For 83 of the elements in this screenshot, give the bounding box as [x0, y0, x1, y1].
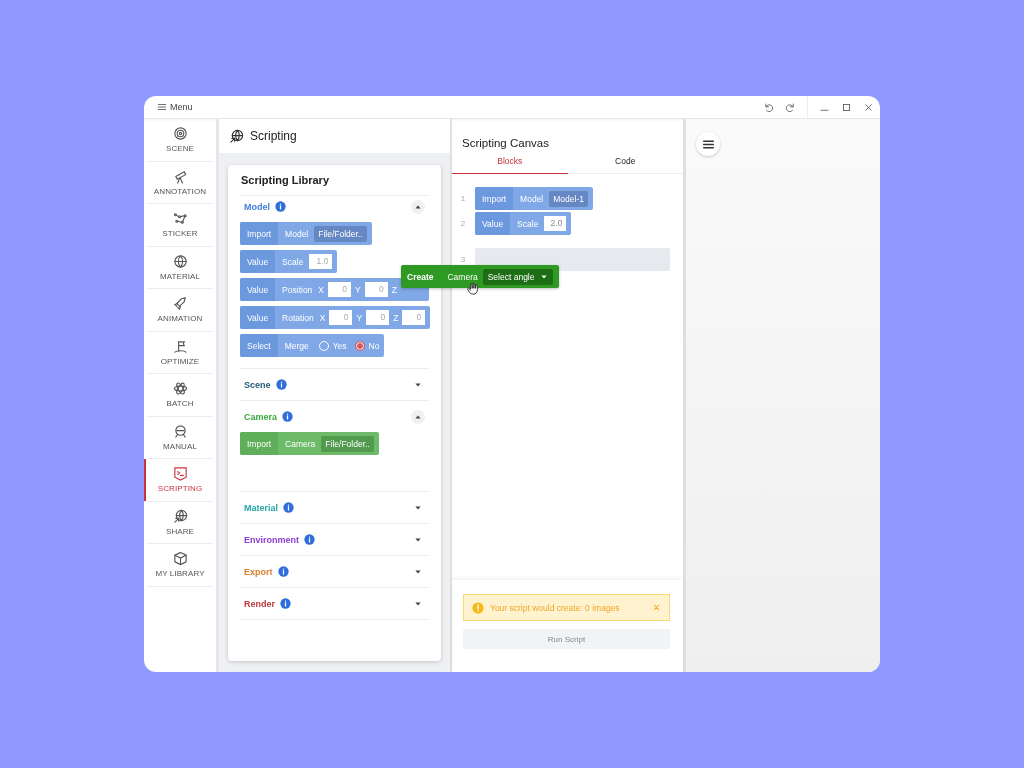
section-title[interactable]: Camera: [244, 411, 278, 422]
section-title[interactable]: Export: [244, 566, 273, 577]
sidebar-item[interactable]: MATERIAL: [147, 246, 213, 289]
value-chip[interactable]: File/Folder..: [321, 435, 374, 452]
axis-label: Z: [391, 284, 397, 295]
helmet-icon: [172, 423, 188, 439]
script-block[interactable]: Import Model File/Folder..: [240, 222, 372, 245]
script-block[interactable]: Select Merge Yes No: [240, 334, 385, 357]
section-title[interactable]: Model: [244, 201, 270, 212]
axis-label: Y: [356, 312, 363, 323]
alert-text: Your script would create: 0 images: [490, 602, 621, 613]
tab[interactable]: Code: [567, 149, 683, 174]
section-title[interactable]: Scene: [244, 379, 271, 390]
telescope-icon: [172, 168, 188, 184]
menu-button[interactable]: [696, 132, 720, 156]
angle-dropdown[interactable]: Select angle: [482, 268, 553, 285]
number-field[interactable]: 1.0: [309, 254, 333, 269]
maximize-icon[interactable]: [841, 101, 852, 113]
globe-icon: [172, 253, 188, 269]
info-icon: [282, 411, 294, 422]
constellation-icon: [172, 211, 188, 227]
section-title[interactable]: Environment: [244, 534, 299, 545]
sidebar-item[interactable]: SHARE: [147, 501, 213, 544]
axis-label: Y: [355, 284, 361, 295]
option-label: No: [368, 340, 380, 351]
close-icon[interactable]: [863, 101, 874, 113]
sidebar-item[interactable]: ANIMATION: [147, 289, 213, 332]
number-field[interactable]: 0: [402, 310, 426, 325]
line-number: 1: [460, 194, 466, 203]
number-field[interactable]: 0: [329, 310, 353, 325]
globe-icon: [172, 508, 188, 524]
sidebar-item[interactable]: STICKER: [147, 204, 213, 247]
script-block[interactable]: Value Scale 1.0: [240, 250, 338, 273]
sidebar-item[interactable]: SCENE: [147, 119, 213, 162]
value-chip[interactable]: Model-1: [549, 190, 588, 207]
info-icon: [275, 201, 286, 212]
axis-label: X: [319, 312, 326, 323]
script-block[interactable]: Import Camera File/Folder..: [240, 432, 379, 455]
undo-icon[interactable]: [763, 101, 774, 113]
atom-icon: [172, 381, 188, 397]
globe-icon: [229, 128, 244, 144]
script-block[interactable]: Import Model Model-1: [475, 187, 593, 210]
script-block[interactable]: Value Scale 2.0: [475, 212, 572, 235]
radio-button[interactable]: [354, 340, 365, 351]
script-block[interactable]: Value Rotation X 0 Y 0 Z 0: [240, 306, 431, 329]
line-number: 2: [460, 219, 466, 228]
option-label: Yes: [332, 340, 347, 351]
menu-button[interactable]: Menu: [144, 102, 193, 112]
sidebar-item[interactable]: SCRIPTING: [144, 459, 213, 502]
axis-label: Z: [393, 312, 399, 323]
axis-label: X: [318, 284, 325, 295]
sidebar-item[interactable]: ANNOTATION: [147, 161, 213, 204]
panel-title: Scripting: [250, 129, 297, 143]
section-title[interactable]: Material: [244, 502, 278, 513]
line-number: 3: [460, 255, 466, 264]
info-icon: [280, 598, 291, 609]
sidebar-item[interactable]: MANUAL: [147, 416, 213, 459]
library-heading: Scripting Library: [240, 165, 429, 196]
number-field[interactable]: 0: [328, 282, 352, 297]
value-chip[interactable]: File/Folder..: [314, 225, 367, 242]
tab[interactable]: Blocks: [452, 149, 568, 174]
rocket-icon: [172, 296, 188, 312]
redo-icon[interactable]: [785, 101, 796, 113]
sidebar-item[interactable]: BATCH: [147, 374, 213, 417]
number-field[interactable]: 0: [364, 282, 388, 297]
dragged-block[interactable]: Create Camera Select angle: [401, 265, 559, 288]
info-icon: [304, 534, 315, 545]
sidebar-item[interactable]: MY LIBRARY: [147, 544, 213, 587]
panel-title: Scripting Canvas: [462, 137, 549, 149]
info-icon: [283, 502, 294, 513]
flag-icon: [172, 338, 188, 354]
info-icon: [277, 566, 289, 577]
number-field[interactable]: 2.0: [544, 216, 567, 231]
menu-icon: [157, 102, 167, 112]
cube-icon: [172, 551, 188, 567]
number-field[interactable]: 0: [366, 310, 390, 325]
sidebar-item[interactable]: OPTIMIZE: [147, 331, 213, 374]
warning-icon: [472, 601, 484, 614]
hand-cursor-icon: [466, 281, 480, 295]
terminal-icon: [172, 466, 188, 482]
info-icon: [275, 379, 287, 390]
target-icon: [172, 126, 188, 142]
section-title[interactable]: Render: [244, 598, 275, 609]
